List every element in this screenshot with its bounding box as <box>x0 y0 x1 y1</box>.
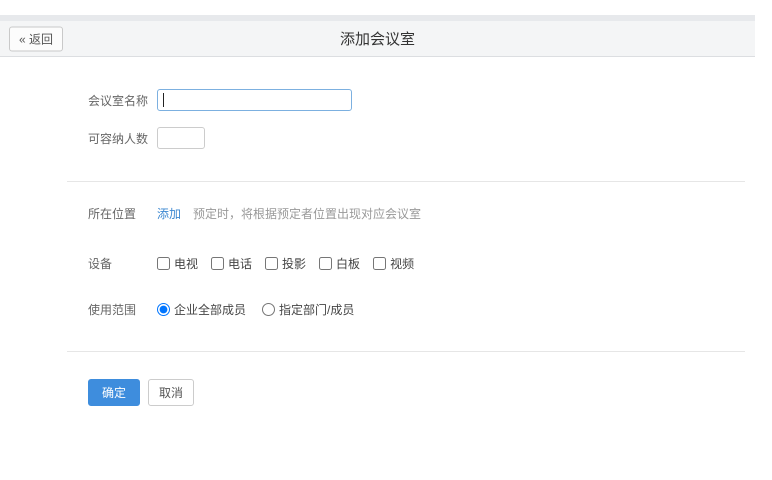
device-checkbox-whiteboard[interactable]: 白板 <box>319 255 360 272</box>
scope-radio-all-members-input[interactable] <box>157 303 170 316</box>
devices-label: 设备 <box>88 255 157 272</box>
device-checkbox-video-label: 视频 <box>390 255 414 272</box>
capacity-label: 可容纳人数 <box>88 130 157 147</box>
room-name-row: 会议室名称 <box>67 89 745 111</box>
add-location-link[interactable]: 添加 <box>157 205 181 222</box>
page-title: 添加会议室 <box>0 28 755 49</box>
device-checkbox-tv[interactable]: 电视 <box>157 255 198 272</box>
divider <box>67 351 745 352</box>
scope-radio-specified-input[interactable] <box>262 303 275 316</box>
back-button[interactable]: « 返回 <box>9 26 63 51</box>
device-checkbox-video[interactable]: 视频 <box>373 255 414 272</box>
device-checkbox-projector[interactable]: 投影 <box>265 255 306 272</box>
scope-row: 使用范围 企业全部成员 指定部门/成员 <box>67 301 745 318</box>
text-caret <box>163 93 164 107</box>
devices-row: 设备 电视 电话 投影 白板 视频 <box>67 255 745 272</box>
location-row: 所在位置 添加 预定时，将根据预定者位置出现对应会议室 <box>67 205 745 222</box>
actions-row: 确定 取消 <box>67 379 745 406</box>
location-hint: 预定时，将根据预定者位置出现对应会议室 <box>193 205 421 222</box>
room-name-label: 会议室名称 <box>88 92 157 109</box>
location-label: 所在位置 <box>88 205 157 222</box>
device-checkbox-tv-label: 电视 <box>174 255 198 272</box>
capacity-input[interactable] <box>157 127 205 149</box>
room-name-input-wrap <box>157 89 352 111</box>
device-checkbox-whiteboard-input[interactable] <box>319 257 332 270</box>
scope-radio-specified[interactable]: 指定部门/成员 <box>262 301 354 318</box>
device-checkbox-phone-label: 电话 <box>228 255 252 272</box>
device-checkbox-video-input[interactable] <box>373 257 386 270</box>
room-name-input[interactable] <box>157 89 352 111</box>
scope-radio-all-members[interactable]: 企业全部成员 <box>157 301 246 318</box>
device-checkbox-projector-input[interactable] <box>265 257 278 270</box>
confirm-button[interactable]: 确定 <box>88 379 140 406</box>
scope-label: 使用范围 <box>88 301 157 318</box>
scope-radio-all-members-label: 企业全部成员 <box>174 301 246 318</box>
device-checkbox-whiteboard-label: 白板 <box>336 255 360 272</box>
cancel-button[interactable]: 取消 <box>148 379 194 406</box>
add-meeting-room-form: 会议室名称 可容纳人数 所在位置 添加 预定时，将根据预定者位置出现对应会议室 … <box>67 89 745 406</box>
scope-radio-specified-label: 指定部门/成员 <box>279 301 354 318</box>
divider <box>67 181 745 182</box>
device-checkbox-tv-input[interactable] <box>157 257 170 270</box>
device-checkbox-projector-label: 投影 <box>282 255 306 272</box>
page: « 返回 添加会议室 会议室名称 可容纳人数 所在位置 添加 预定时，将根据预定… <box>0 15 772 406</box>
header-bar: « 返回 添加会议室 <box>0 15 755 57</box>
device-checkbox-phone-input[interactable] <box>211 257 224 270</box>
capacity-row: 可容纳人数 <box>67 127 745 149</box>
header-inner: « 返回 添加会议室 <box>0 21 755 56</box>
device-checkbox-phone[interactable]: 电话 <box>211 255 252 272</box>
